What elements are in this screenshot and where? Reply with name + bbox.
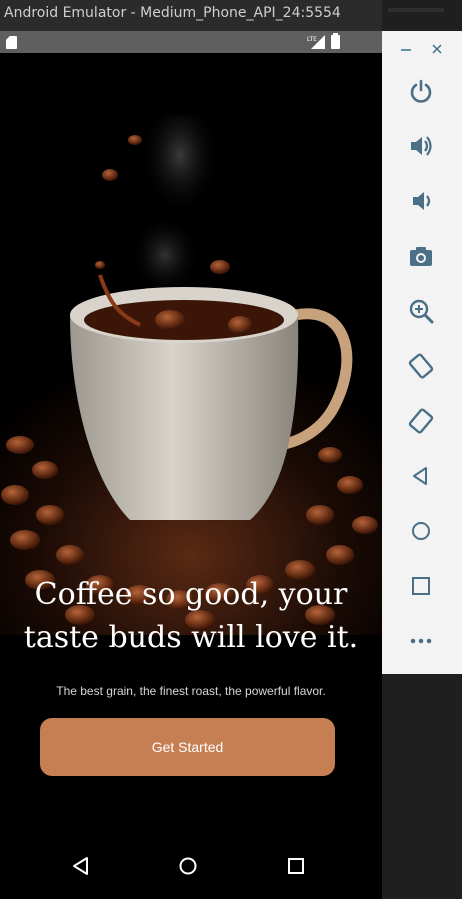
close-icon[interactable]	[430, 39, 444, 59]
screenshot-button[interactable]	[404, 239, 438, 273]
coffee-hero-image	[0, 115, 382, 635]
power-button[interactable]	[404, 74, 438, 108]
status-bar: LTE	[0, 31, 382, 53]
overview-icon	[412, 577, 430, 595]
desktop: Android Emulator - Medium_Phone_API_24:5…	[0, 0, 462, 899]
zoom-in-icon	[409, 299, 434, 324]
power-icon	[410, 79, 432, 103]
get-started-button[interactable]: Get Started	[40, 718, 335, 776]
zoom-button[interactable]	[404, 294, 438, 328]
more-icon	[410, 638, 432, 644]
nav-recents-icon[interactable]	[285, 855, 307, 877]
emulator-toolbar	[382, 31, 462, 674]
volume-up-button[interactable]	[404, 129, 438, 163]
volume-up-icon	[411, 136, 432, 156]
rotate-left-icon	[408, 353, 434, 379]
headline-line-1: Coffee so good, your	[34, 577, 348, 612]
rotate-right-icon	[408, 408, 434, 434]
background-strip	[382, 0, 462, 31]
volume-down-icon	[413, 192, 431, 210]
headline: Coffee so good, your taste buds will lov…	[0, 573, 382, 659]
desktop-background	[382, 674, 462, 899]
battery-icon	[331, 33, 340, 49]
home-icon	[412, 522, 430, 540]
minimize-icon[interactable]	[399, 39, 413, 59]
rotate-left-button[interactable]	[404, 349, 438, 383]
navigation-bar	[0, 843, 382, 890]
nav-home-icon[interactable]	[177, 855, 199, 877]
back-icon	[413, 467, 427, 485]
emulator-window: Android Emulator - Medium_Phone_API_24:5…	[0, 0, 382, 899]
camera-icon	[410, 247, 432, 266]
network-label: LTE	[307, 36, 317, 43]
home-button[interactable]	[404, 514, 438, 548]
window-title: Android Emulator - Medium_Phone_API_24:5…	[0, 0, 382, 31]
subtitle: The best grain, the finest roast, the po…	[56, 684, 326, 698]
volume-down-button[interactable]	[404, 184, 438, 218]
overview-button[interactable]	[404, 569, 438, 603]
app-screen: Coffee so good, your taste buds will lov…	[0, 53, 382, 843]
back-button[interactable]	[404, 459, 438, 493]
headline-line-2: taste buds will love it.	[23, 620, 359, 655]
rotate-right-button[interactable]	[404, 404, 438, 438]
more-button[interactable]	[404, 624, 438, 658]
nav-back-icon[interactable]	[70, 855, 92, 877]
lte-signal-icon: LTE	[307, 35, 325, 49]
sd-card-icon	[6, 36, 17, 49]
